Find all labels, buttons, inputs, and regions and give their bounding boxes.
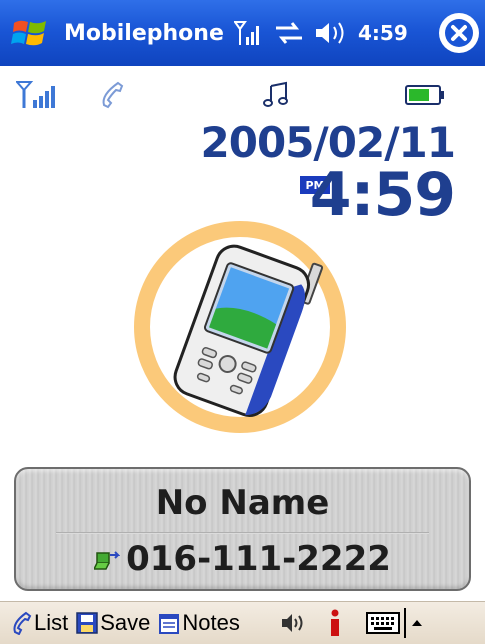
save-label: Save	[100, 610, 151, 635]
music-note-icon	[263, 81, 288, 107]
signal-icon[interactable]	[234, 19, 264, 47]
caller-number: 016-111-2222	[126, 539, 391, 579]
notes-label: Notes	[182, 610, 240, 635]
phone-handset-icon	[102, 81, 124, 109]
battery-icon	[405, 85, 444, 105]
start-button[interactable]	[0, 0, 60, 66]
save-button[interactable]: Save	[76, 610, 150, 636]
close-button[interactable]	[439, 13, 479, 53]
app-title: Mobilephone	[64, 20, 224, 46]
title-bar: Mobilephone 4:59	[0, 0, 485, 66]
phone-list-icon	[13, 611, 32, 635]
titlebar-clock[interactable]: 4:59	[358, 21, 408, 45]
menu-bar: List Save Notes	[0, 601, 485, 644]
list-label: List	[34, 610, 69, 635]
signal-strength-icon	[16, 81, 55, 108]
phone-illustration	[134, 221, 346, 433]
mobile-phone-icon	[173, 244, 324, 417]
caller-card: No Name 016-111-2222	[14, 467, 471, 591]
notes-icon	[159, 614, 180, 634]
volume-icon[interactable]	[280, 611, 306, 635]
up-arrow-icon[interactable]	[410, 616, 424, 630]
caller-name: No Name	[155, 483, 330, 523]
card-divider	[56, 532, 429, 534]
info-icon[interactable]	[328, 609, 342, 637]
connectivity-icon[interactable]	[274, 19, 304, 47]
windows-start-icon	[11, 20, 46, 46]
call-forward-icon	[94, 551, 121, 570]
speaker-icon[interactable]	[314, 19, 348, 47]
notes-button[interactable]: Notes	[158, 610, 240, 636]
keyboard-icon[interactable]	[365, 611, 400, 635]
close-icon	[445, 19, 473, 47]
save-icon	[76, 612, 98, 634]
menu-divider	[403, 608, 406, 638]
list-button[interactable]: List	[8, 610, 68, 636]
